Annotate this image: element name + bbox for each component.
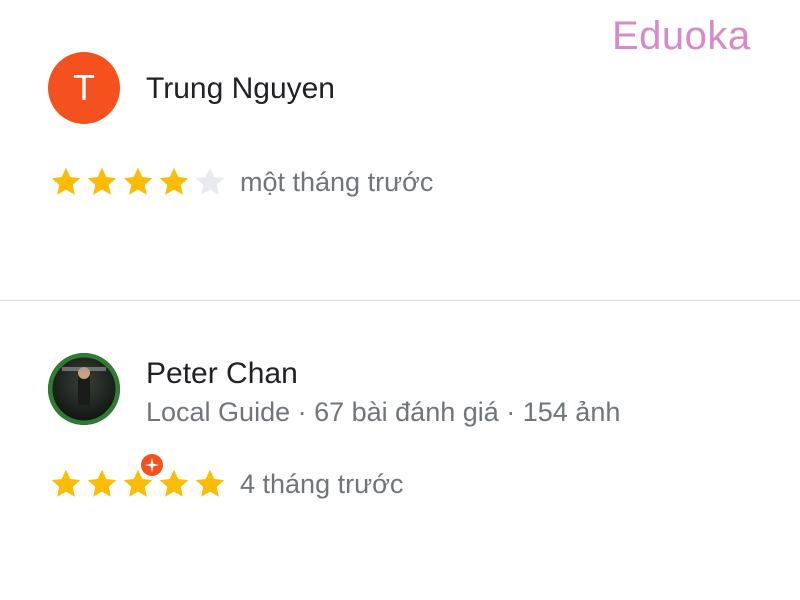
- star-rating: [48, 466, 228, 502]
- star-filled-icon: [123, 469, 153, 497]
- star-rating: [48, 164, 228, 200]
- review-card: Peter Chan Local Guide · 67 bài đánh giá…: [0, 301, 800, 600]
- star-filled-icon: [51, 167, 81, 195]
- star-filled-icon: [87, 167, 117, 195]
- rating-row: một tháng trước: [48, 164, 433, 200]
- star-filled-icon: [159, 167, 189, 195]
- avatar[interactable]: [48, 353, 166, 479]
- reviewer-name[interactable]: Trung Nguyen: [146, 72, 335, 106]
- star-filled-icon: [123, 167, 153, 195]
- profile-photo: [48, 353, 120, 425]
- reviewer-name[interactable]: Peter Chan: [146, 357, 298, 391]
- rating-row: 4 tháng trước: [48, 466, 403, 502]
- star-filled-icon: [51, 469, 81, 497]
- star-filled-icon: [195, 469, 225, 497]
- star-filled-icon: [87, 469, 117, 497]
- reviewer-meta[interactable]: Local Guide · 67 bài đánh giá · 154 ảnh: [146, 397, 620, 428]
- review-card: T Trung Nguyen một tháng trước: [0, 0, 800, 300]
- star-filled-icon: [159, 469, 189, 497]
- star-empty-icon: [195, 167, 225, 195]
- review-time: một tháng trước: [240, 166, 434, 197]
- avatar[interactable]: T: [48, 52, 120, 124]
- review-time: 4 tháng trước: [240, 468, 404, 499]
- avatar-letter: T: [73, 67, 95, 108]
